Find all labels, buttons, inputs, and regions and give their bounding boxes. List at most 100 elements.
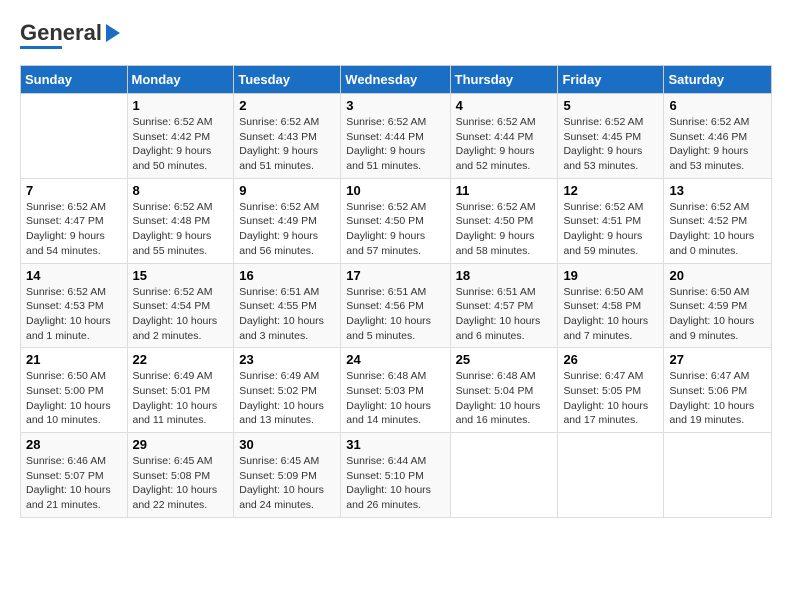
day-number: 10 [346,183,444,198]
day-info: Sunrise: 6:52 AM Sunset: 4:44 PM Dayligh… [346,115,444,174]
day-number: 21 [26,352,122,367]
day-info: Sunrise: 6:51 AM Sunset: 4:57 PM Dayligh… [456,285,553,344]
sunrise-text: Sunrise: 6:52 AM [563,116,643,128]
calendar-cell: 17 Sunrise: 6:51 AM Sunset: 4:56 PM Dayl… [341,263,450,348]
day-info: Sunrise: 6:45 AM Sunset: 5:09 PM Dayligh… [239,454,335,513]
daylight-text: Daylight: 9 hours and 51 minutes. [239,145,318,172]
day-number: 28 [26,437,122,452]
daylight-text: Daylight: 10 hours and 6 minutes. [456,315,541,342]
week-row-1: 1 Sunrise: 6:52 AM Sunset: 4:42 PM Dayli… [21,94,772,179]
day-number: 27 [669,352,766,367]
day-info: Sunrise: 6:46 AM Sunset: 5:07 PM Dayligh… [26,454,122,513]
sunrise-text: Sunrise: 6:52 AM [133,116,213,128]
week-row-3: 14 Sunrise: 6:52 AM Sunset: 4:53 PM Dayl… [21,263,772,348]
calendar-cell: 16 Sunrise: 6:51 AM Sunset: 4:55 PM Dayl… [234,263,341,348]
sunset-text: Sunset: 5:00 PM [26,385,104,397]
sunset-text: Sunset: 4:42 PM [133,131,211,143]
sunrise-text: Sunrise: 6:52 AM [26,286,106,298]
sunrise-text: Sunrise: 6:50 AM [563,286,643,298]
sunset-text: Sunset: 4:46 PM [669,131,747,143]
sunrise-text: Sunrise: 6:48 AM [456,370,536,382]
sunset-text: Sunset: 4:53 PM [26,300,104,312]
daylight-text: Daylight: 10 hours and 16 minutes. [456,400,541,427]
day-number: 5 [563,98,658,113]
sunrise-text: Sunrise: 6:52 AM [669,201,749,213]
sunset-text: Sunset: 5:05 PM [563,385,641,397]
day-number: 12 [563,183,658,198]
week-row-4: 21 Sunrise: 6:50 AM Sunset: 5:00 PM Dayl… [21,348,772,433]
calendar-cell: 31 Sunrise: 6:44 AM Sunset: 5:10 PM Dayl… [341,433,450,518]
day-number: 2 [239,98,335,113]
sunset-text: Sunset: 5:03 PM [346,385,424,397]
calendar-cell: 10 Sunrise: 6:52 AM Sunset: 4:50 PM Dayl… [341,178,450,263]
sunset-text: Sunset: 4:45 PM [563,131,641,143]
sunrise-text: Sunrise: 6:52 AM [239,201,319,213]
day-number: 24 [346,352,444,367]
sunset-text: Sunset: 5:01 PM [133,385,211,397]
calendar-cell: 20 Sunrise: 6:50 AM Sunset: 4:59 PM Dayl… [664,263,772,348]
sunrise-text: Sunrise: 6:50 AM [669,286,749,298]
daylight-text: Daylight: 9 hours and 56 minutes. [239,230,318,257]
sunset-text: Sunset: 5:09 PM [239,470,317,482]
day-number: 23 [239,352,335,367]
sunset-text: Sunset: 5:07 PM [26,470,104,482]
sunrise-text: Sunrise: 6:52 AM [239,116,319,128]
day-info: Sunrise: 6:48 AM Sunset: 5:04 PM Dayligh… [456,369,553,428]
logo: General [20,20,120,49]
sunset-text: Sunset: 5:06 PM [669,385,747,397]
sunrise-text: Sunrise: 6:46 AM [26,455,106,467]
calendar-cell: 25 Sunrise: 6:48 AM Sunset: 5:04 PM Dayl… [450,348,558,433]
sunrise-text: Sunrise: 6:47 AM [669,370,749,382]
daylight-text: Daylight: 10 hours and 14 minutes. [346,400,431,427]
sunrise-text: Sunrise: 6:44 AM [346,455,426,467]
calendar-cell: 11 Sunrise: 6:52 AM Sunset: 4:50 PM Dayl… [450,178,558,263]
day-number: 18 [456,268,553,283]
daylight-text: Daylight: 9 hours and 50 minutes. [133,145,212,172]
day-info: Sunrise: 6:52 AM Sunset: 4:48 PM Dayligh… [133,200,229,259]
sunset-text: Sunset: 4:50 PM [456,215,534,227]
header-friday: Friday [558,66,664,94]
sunset-text: Sunset: 4:57 PM [456,300,534,312]
day-number: 20 [669,268,766,283]
day-number: 4 [456,98,553,113]
sunset-text: Sunset: 5:02 PM [239,385,317,397]
day-number: 30 [239,437,335,452]
daylight-text: Daylight: 10 hours and 7 minutes. [563,315,648,342]
day-info: Sunrise: 6:47 AM Sunset: 5:05 PM Dayligh… [563,369,658,428]
day-number: 6 [669,98,766,113]
calendar-cell: 18 Sunrise: 6:51 AM Sunset: 4:57 PM Dayl… [450,263,558,348]
day-info: Sunrise: 6:51 AM Sunset: 4:55 PM Dayligh… [239,285,335,344]
sunset-text: Sunset: 4:56 PM [346,300,424,312]
calendar-cell: 5 Sunrise: 6:52 AM Sunset: 4:45 PM Dayli… [558,94,664,179]
day-info: Sunrise: 6:52 AM Sunset: 4:45 PM Dayligh… [563,115,658,174]
logo-arrow-icon [106,24,120,42]
daylight-text: Daylight: 10 hours and 1 minute. [26,315,111,342]
daylight-text: Daylight: 10 hours and 5 minutes. [346,315,431,342]
week-row-2: 7 Sunrise: 6:52 AM Sunset: 4:47 PM Dayli… [21,178,772,263]
day-number: 17 [346,268,444,283]
daylight-text: Daylight: 10 hours and 9 minutes. [669,315,754,342]
daylight-text: Daylight: 9 hours and 51 minutes. [346,145,425,172]
sunrise-text: Sunrise: 6:45 AM [239,455,319,467]
sunset-text: Sunset: 4:59 PM [669,300,747,312]
header-thursday: Thursday [450,66,558,94]
calendar-cell: 19 Sunrise: 6:50 AM Sunset: 4:58 PM Dayl… [558,263,664,348]
header-tuesday: Tuesday [234,66,341,94]
calendar-cell: 28 Sunrise: 6:46 AM Sunset: 5:07 PM Dayl… [21,433,128,518]
day-number: 9 [239,183,335,198]
day-info: Sunrise: 6:49 AM Sunset: 5:02 PM Dayligh… [239,369,335,428]
day-number: 26 [563,352,658,367]
calendar-cell: 6 Sunrise: 6:52 AM Sunset: 4:46 PM Dayli… [664,94,772,179]
sunrise-text: Sunrise: 6:52 AM [456,116,536,128]
sunrise-text: Sunrise: 6:49 AM [133,370,213,382]
calendar-cell: 22 Sunrise: 6:49 AM Sunset: 5:01 PM Dayl… [127,348,234,433]
sunrise-text: Sunrise: 6:52 AM [456,201,536,213]
daylight-text: Daylight: 10 hours and 19 minutes. [669,400,754,427]
sunset-text: Sunset: 4:55 PM [239,300,317,312]
daylight-text: Daylight: 10 hours and 22 minutes. [133,484,218,511]
sunset-text: Sunset: 4:52 PM [669,215,747,227]
day-info: Sunrise: 6:45 AM Sunset: 5:08 PM Dayligh… [133,454,229,513]
sunset-text: Sunset: 4:43 PM [239,131,317,143]
sunrise-text: Sunrise: 6:51 AM [456,286,536,298]
page-header: General [20,20,772,49]
